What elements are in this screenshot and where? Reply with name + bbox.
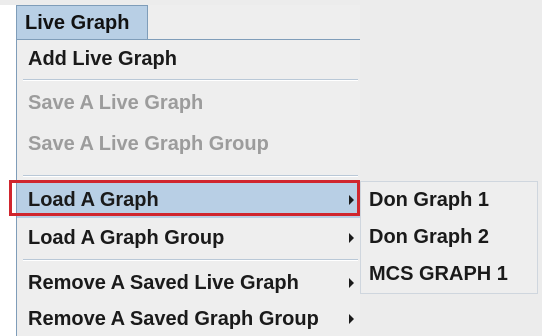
menu-item-label: Load A Graph bbox=[28, 189, 159, 211]
menu-item-load-graph-group[interactable]: Load A Graph Group bbox=[17, 220, 360, 256]
chevron-right-icon bbox=[349, 195, 354, 205]
menu-item-label: Add Live Graph bbox=[28, 48, 177, 70]
menu-item-load-graph[interactable]: Load A Graph bbox=[17, 182, 360, 218]
submenu-item-don-graph-2[interactable]: Don Graph 2 bbox=[361, 219, 537, 255]
live-graph-menu[interactable]: Live Graph bbox=[16, 5, 148, 40]
menu-item-save-live-graph: Save A Live Graph bbox=[17, 85, 360, 121]
submenu-item-mcs-graph-1[interactable]: MCS GRAPH 1 bbox=[361, 256, 537, 292]
screenshot-canvas: Live Graph Add Live Graph Save A Live Gr… bbox=[0, 0, 542, 336]
submenu-item-don-graph-1[interactable]: Don Graph 1 bbox=[361, 182, 537, 218]
chevron-right-icon bbox=[349, 233, 354, 243]
submenu-item-label: Don Graph 2 bbox=[369, 226, 490, 248]
menu-item-label: Load A Graph Group bbox=[28, 227, 225, 249]
live-graph-dropdown: Add Live Graph Save A Live Graph Save A … bbox=[16, 39, 360, 336]
chevron-right-icon bbox=[349, 314, 354, 324]
load-graph-submenu: Don Graph 1 Don Graph 2 MCS GRAPH 1 bbox=[360, 181, 538, 294]
chevron-right-icon bbox=[349, 278, 354, 288]
menu-item-add-live-graph[interactable]: Add Live Graph bbox=[17, 41, 360, 77]
menu-separator bbox=[23, 79, 358, 81]
menu-item-label: Save A Live Graph bbox=[28, 92, 204, 114]
menu-item-label: Remove A Saved Live Graph bbox=[28, 272, 299, 294]
menu-separator bbox=[23, 259, 358, 261]
menu-item-remove-saved-graph-group[interactable]: Remove A Saved Graph Group bbox=[17, 301, 360, 336]
menu-item-label: Save A Live Graph Group bbox=[28, 133, 269, 155]
menu-item-save-live-graph-group: Save A Live Graph Group bbox=[17, 126, 360, 162]
submenu-item-label: Don Graph 1 bbox=[369, 189, 490, 211]
menu-item-label: Remove A Saved Graph Group bbox=[28, 308, 319, 330]
submenu-item-label: MCS GRAPH 1 bbox=[369, 263, 508, 285]
menu-separator bbox=[23, 175, 358, 177]
menu-item-remove-saved-live-graph[interactable]: Remove A Saved Live Graph bbox=[17, 265, 360, 301]
